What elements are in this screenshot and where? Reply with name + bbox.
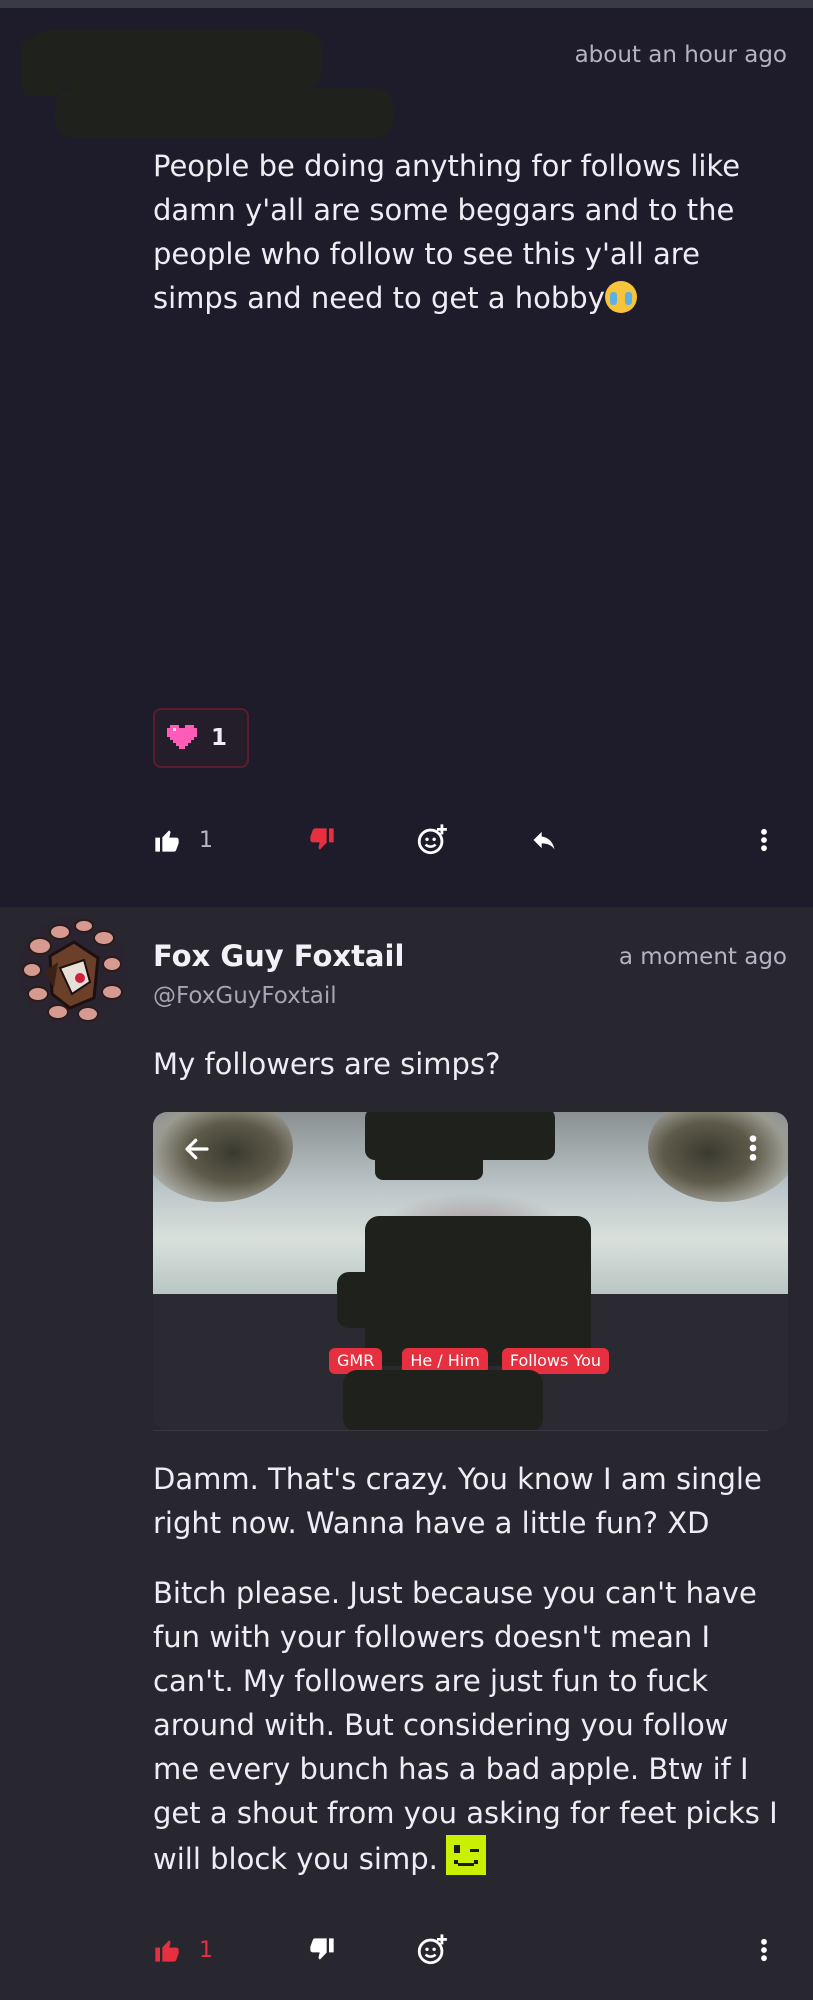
like-count: 1 — [199, 827, 213, 853]
redacted-author-name — [30, 30, 322, 88]
author-name[interactable]: Fox Guy Foxtail — [153, 939, 404, 973]
back-arrow-icon — [185, 1138, 209, 1160]
post-timestamp: a moment ago — [618, 944, 787, 970]
post-action-bar: 1 — [153, 1928, 793, 1972]
more-options-button[interactable] — [759, 1928, 769, 1972]
reply-button[interactable] — [528, 818, 560, 862]
like-button[interactable]: 1 — [153, 818, 213, 862]
redacted-author-handle — [55, 88, 393, 138]
reply-body-2: Bitch please. Just because you can't hav… — [153, 1571, 783, 1881]
dislike-button[interactable] — [308, 818, 336, 862]
post-timestamp: about an hour ago — [574, 42, 787, 68]
add-reaction-button[interactable] — [415, 818, 449, 862]
post-body: People be doing anything for follows lik… — [153, 144, 783, 320]
post-action-bar: 1 — [153, 818, 793, 862]
author-handle[interactable]: @FoxGuyFoxtail — [153, 983, 337, 1009]
post-body-text: People be doing anything for follows lik… — [153, 149, 741, 315]
redacted-area — [337, 1272, 423, 1328]
post-original: ( about an hour ago People be doing anyt… — [0, 0, 813, 907]
reaction-heart-pill[interactable]: 1 — [153, 708, 249, 768]
redacted-profile-name — [343, 1370, 543, 1430]
banner-eye-right — [648, 1112, 788, 1202]
like-count: 1 — [199, 1937, 213, 1963]
redacted-area — [375, 1150, 483, 1180]
embed-divider — [153, 1430, 768, 1431]
thumbs-down-icon — [310, 828, 334, 850]
thumbs-up-icon — [155, 1940, 179, 1962]
thumbs-down-icon — [310, 1938, 334, 1960]
banner-eye-left — [153, 1112, 293, 1202]
quote-text: My followers are simps? — [153, 1047, 501, 1081]
vertical-dots-icon — [761, 1938, 767, 1962]
vertical-dots-icon — [761, 828, 767, 852]
thumbs-up-icon — [155, 830, 179, 852]
top-divider — [0, 0, 813, 8]
like-button[interactable]: 1 — [153, 1928, 213, 1972]
reaction-count: 1 — [211, 725, 228, 751]
loudly-crying-face-emoji-icon — [604, 281, 637, 313]
add-reaction-button[interactable] — [415, 1928, 449, 1972]
reply-arrow-icon — [533, 831, 555, 850]
more-options-button[interactable] — [759, 818, 769, 862]
dislike-button[interactable] — [308, 1928, 336, 1972]
add-reaction-icon — [417, 824, 447, 855]
vertical-dots-icon — [749, 1135, 757, 1161]
winking-pixel-face-icon — [445, 1835, 486, 1875]
reply-text-2: Bitch please. Just because you can't hav… — [153, 1576, 778, 1876]
embedded-profile-screenshot: GMR He / Him Follows You — [153, 1112, 788, 1430]
reply-text-1: Damm. That's crazy. You know I am single… — [153, 1462, 762, 1540]
avatar[interactable] — [14, 912, 132, 1030]
add-reaction-icon — [417, 1934, 447, 1965]
pink-heart-icon — [167, 724, 197, 749]
